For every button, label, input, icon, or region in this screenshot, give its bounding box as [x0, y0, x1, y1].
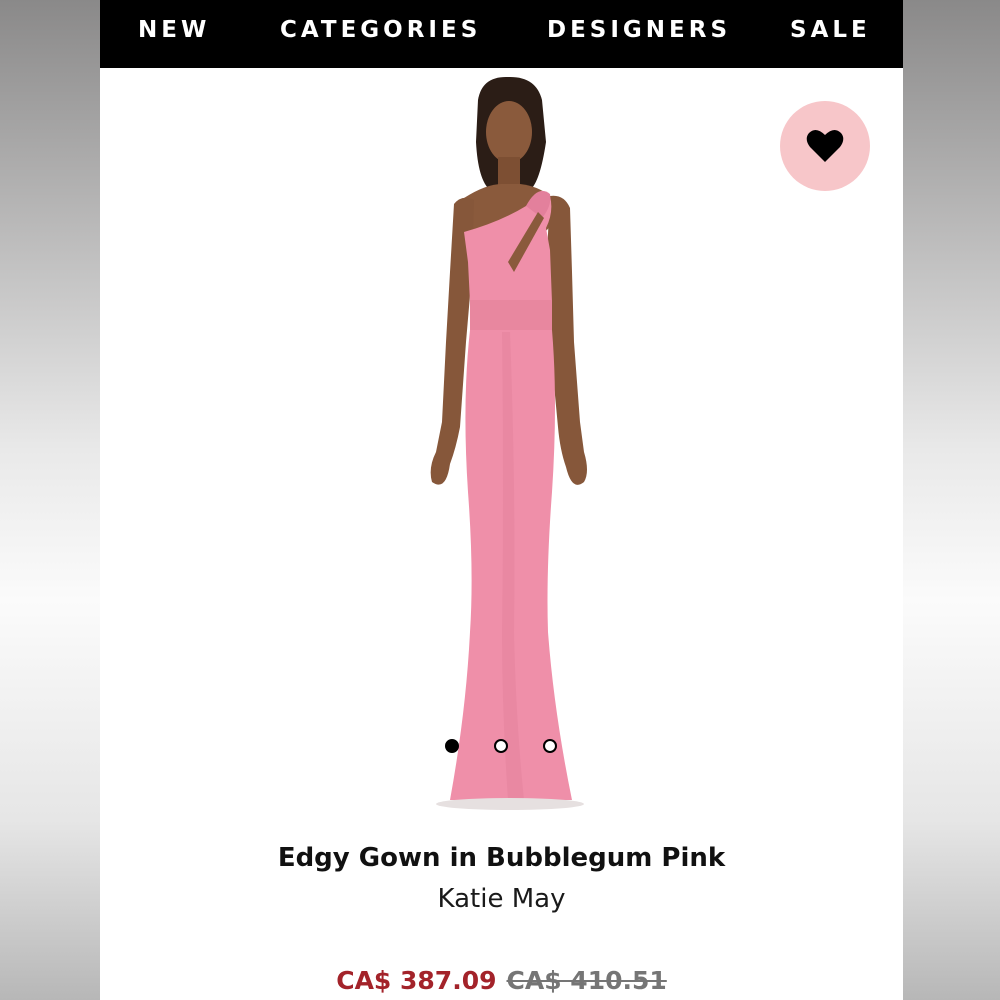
sale-price: CA$ 387.09	[336, 966, 497, 995]
heart-icon	[806, 129, 844, 162]
background-right	[903, 0, 1000, 1000]
product-title: Edgy Gown in Bubblegum Pink	[277, 843, 726, 873]
product-page: NEW CATEGORIES DESIGNERS SALE Edgy Gown …	[100, 0, 903, 1000]
carousel-dots	[444, 739, 574, 757]
product-image[interactable]	[390, 72, 630, 832]
original-price: CA$ 410.51	[506, 966, 667, 995]
product-brand[interactable]: Katie May	[100, 884, 903, 914]
favorite-button[interactable]	[780, 101, 870, 191]
nav-new[interactable]: NEW	[138, 17, 210, 43]
background-left	[0, 0, 100, 1000]
price-row: CA$ 387.09 CA$ 410.51	[100, 966, 903, 995]
carousel-dot-1[interactable]	[445, 739, 459, 753]
top-navigation: NEW CATEGORIES DESIGNERS SALE	[100, 0, 903, 68]
nav-sale[interactable]: SALE	[790, 17, 871, 43]
nav-categories[interactable]: CATEGORIES	[280, 17, 481, 43]
carousel-dot-2[interactable]	[494, 739, 508, 753]
nav-designers[interactable]: DESIGNERS	[547, 17, 731, 43]
carousel-dot-3[interactable]	[543, 739, 557, 753]
